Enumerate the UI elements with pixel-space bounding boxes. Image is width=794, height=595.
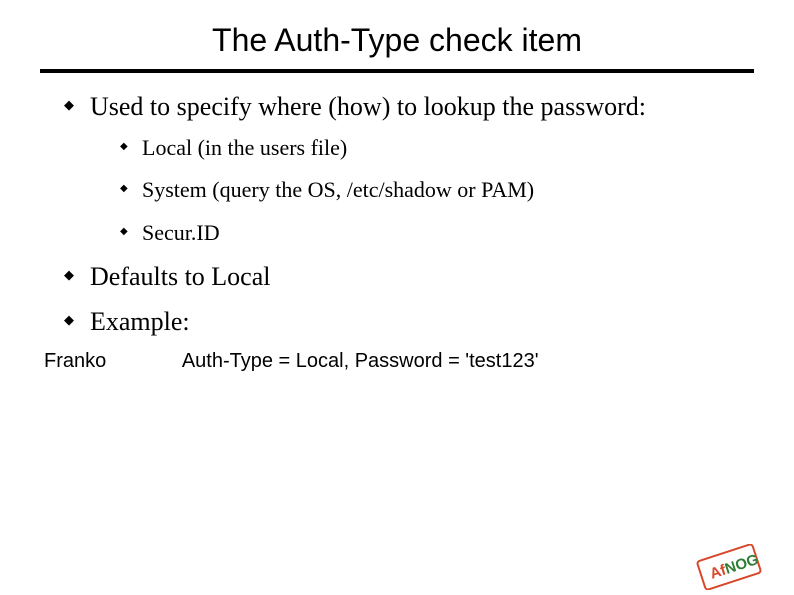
bullet-item: Used to specify where (how) to lookup th… xyxy=(64,91,754,247)
sub-bullet-list: Local (in the users file) System (query … xyxy=(120,134,754,248)
slide-title: The Auth-Type check item xyxy=(40,22,754,59)
slide: The Auth-Type check item Used to specify… xyxy=(0,22,794,595)
bullet-text: Used to specify where (how) to lookup th… xyxy=(90,92,646,121)
bullet-item: Example: xyxy=(64,306,754,339)
bullet-list: Used to specify where (how) to lookup th… xyxy=(64,91,754,338)
sub-bullet-item: Local (in the users file) xyxy=(120,134,754,163)
example-label: Franko xyxy=(44,350,106,373)
bullet-text: Example: xyxy=(90,307,190,336)
sub-bullet-text: System (query the OS, /etc/shadow or PAM… xyxy=(142,177,534,202)
sub-bullet-text: Secur.ID xyxy=(142,220,220,245)
example-line: Franko Auth-Type = Local, Password = 'te… xyxy=(40,350,754,373)
sub-bullet-item: Secur.ID xyxy=(120,219,754,248)
bullet-text: Defaults to Local xyxy=(90,262,271,291)
afnog-logo-icon: AfNOG xyxy=(694,544,764,590)
sub-bullet-item: System (query the OS, /etc/shadow or PAM… xyxy=(120,176,754,205)
bullet-item: Defaults to Local xyxy=(64,261,754,294)
example-value: Auth-Type = Local, Password = 'test123' xyxy=(182,350,539,373)
title-divider xyxy=(40,69,754,73)
sub-bullet-text: Local (in the users file) xyxy=(142,135,347,160)
afnog-logo: AfNOG xyxy=(694,544,764,595)
